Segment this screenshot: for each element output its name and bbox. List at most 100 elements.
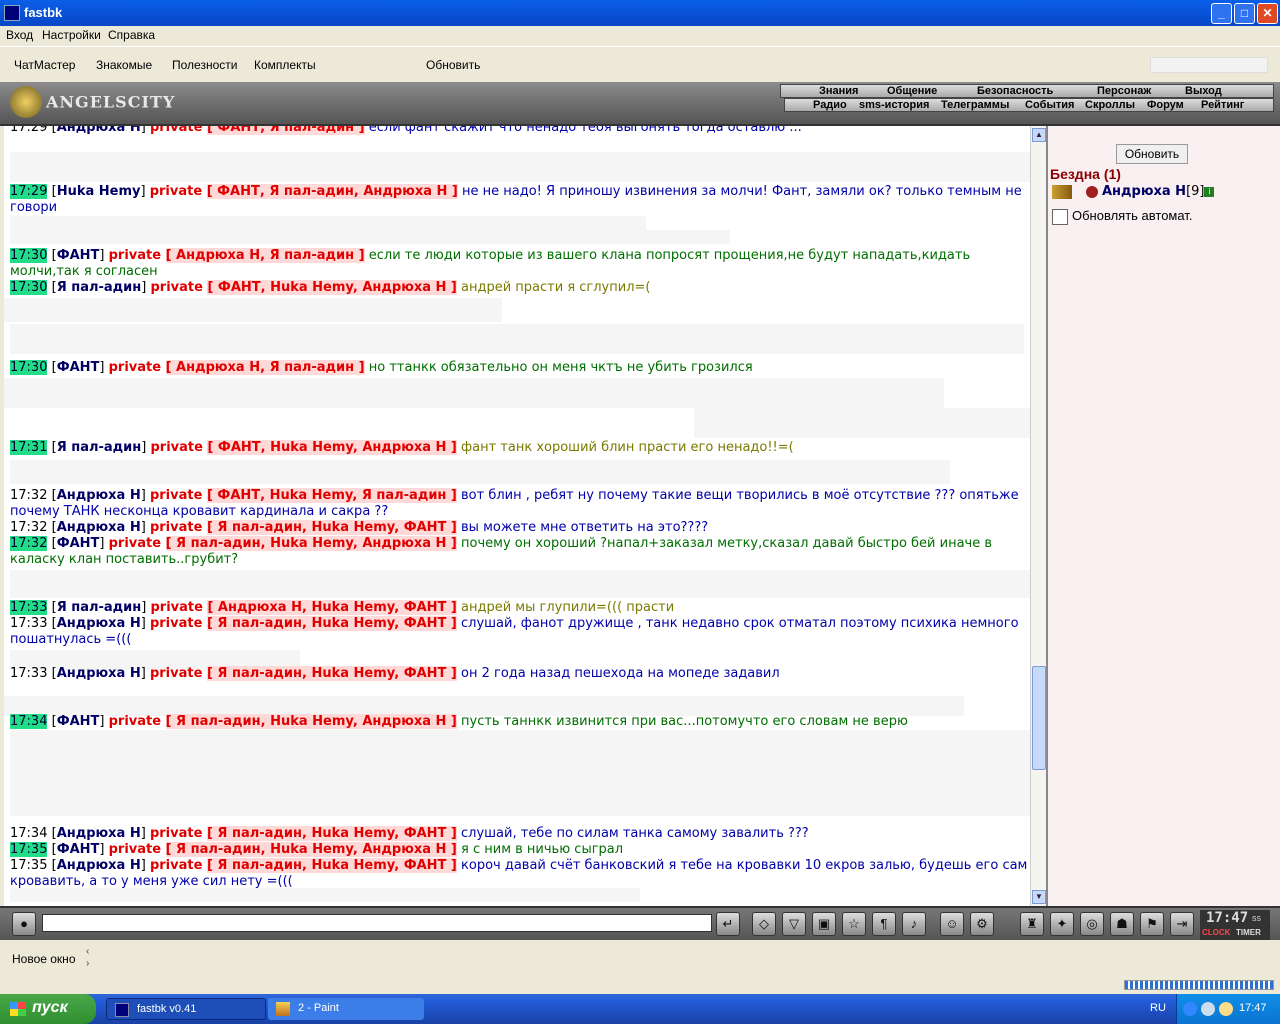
message-private-recipients[interactable]: private [ ФАНТ, Я пал-адин ] bbox=[150, 126, 365, 135]
message-sender[interactable]: ФАНТ bbox=[57, 842, 100, 857]
chat-settings-icon[interactable]: ⚙ bbox=[970, 912, 994, 936]
map-icon[interactable]: ◎ bbox=[1080, 912, 1104, 936]
tab-scroll-arrows[interactable]: ‹ › bbox=[86, 946, 89, 970]
task-paint[interactable]: 2 - Paint bbox=[268, 998, 424, 1020]
message-sender[interactable]: Я пал-адин bbox=[57, 280, 142, 295]
message-sender[interactable]: Андрюха Н bbox=[57, 488, 141, 503]
group-icon[interactable]: ☗ bbox=[1110, 912, 1134, 936]
message-timestamp[interactable]: 17:29 bbox=[10, 126, 47, 135]
menu-help[interactable]: Справка bbox=[108, 28, 155, 42]
menu-settings[interactable]: Настройки bbox=[42, 28, 101, 42]
message-private-recipients[interactable]: private [ Андрюха Н, Я пал-адин ] bbox=[109, 360, 365, 375]
toolbar-friends[interactable]: Знакомые bbox=[96, 58, 152, 72]
chat-log[interactable]: 17:29 [Андрюха Н] private [ ФАНТ, Я пал-… bbox=[4, 126, 1030, 906]
save-icon[interactable]: ▣ bbox=[812, 912, 836, 936]
nav-radio[interactable]: Радио bbox=[813, 99, 847, 111]
eraser-icon[interactable]: ◇ bbox=[752, 912, 776, 936]
nav-rating[interactable]: Рейтинг bbox=[1201, 99, 1244, 111]
message-private-recipients[interactable]: private [ ФАНТ, Huka Hemy, Андрюха Н ] bbox=[150, 280, 457, 295]
flag-icon[interactable]: ⚑ bbox=[1140, 912, 1164, 936]
scroll-down-icon[interactable]: ▼ bbox=[1032, 890, 1046, 904]
magic-icon[interactable]: ✦ bbox=[1050, 912, 1074, 936]
timer-label[interactable]: TIMER bbox=[1236, 928, 1261, 937]
sound-icon[interactable]: ♪ bbox=[902, 912, 926, 936]
message-private-recipients[interactable]: private [ ФАНТ, Huka Hemy, Андрюха Н ] bbox=[150, 440, 457, 455]
nav-character[interactable]: Персонаж bbox=[1097, 85, 1151, 97]
message-timestamp[interactable]: 17:34 bbox=[10, 826, 47, 841]
message-sender[interactable]: ФАНТ bbox=[57, 536, 100, 551]
nav-security[interactable]: Безопасность bbox=[977, 85, 1053, 97]
volume-icon[interactable] bbox=[1219, 1002, 1233, 1016]
inventory-icon[interactable]: ♜ bbox=[1020, 912, 1044, 936]
language-indicator[interactable]: RU bbox=[1150, 1002, 1166, 1014]
message-sender[interactable]: Я пал-адин bbox=[57, 440, 142, 455]
minimize-button[interactable]: _ bbox=[1211, 3, 1232, 24]
room-user-entry[interactable]: Андрюха Н[9] i bbox=[1052, 184, 1215, 199]
nav-telegrams[interactable]: Телеграммы bbox=[941, 99, 1009, 111]
auto-refresh-option[interactable]: Обновлять автомат. bbox=[1052, 208, 1192, 225]
message-private-recipients[interactable]: private [ Я пал-адин, Huka Hemy, Андрюха… bbox=[109, 714, 457, 729]
nav-scrolls[interactable]: Скроллы bbox=[1085, 99, 1135, 111]
nav-events[interactable]: События bbox=[1025, 99, 1074, 111]
message-private-recipients[interactable]: private [ ФАНТ, Huka Hemy, Я пал-адин ] bbox=[150, 488, 457, 503]
nav-communication[interactable]: Общение bbox=[887, 85, 937, 97]
message-private-recipients[interactable]: private [ Я пал-адин, Huka Hemy, ФАНТ ] bbox=[150, 666, 457, 681]
message-private-recipients[interactable]: private [ Я пал-адин, Huka Hemy, Андрюха… bbox=[109, 536, 457, 551]
message-private-recipients[interactable]: private [ Андрюха Н, Я пал-адин ] bbox=[109, 248, 365, 263]
message-sender[interactable]: Андрюха Н bbox=[57, 520, 141, 535]
clock-label[interactable]: CLOCK bbox=[1202, 928, 1230, 937]
room-user-name[interactable]: Андрюха Н bbox=[1102, 184, 1186, 199]
window-titlebar[interactable]: fastbk _ □ ✕ bbox=[0, 0, 1280, 26]
scroll-up-icon[interactable]: ▲ bbox=[1032, 128, 1046, 142]
tray-arrow-icon[interactable] bbox=[1183, 1002, 1197, 1016]
message-sender[interactable]: Я пал-адин bbox=[57, 600, 142, 615]
nav-knowledge[interactable]: Знания bbox=[819, 85, 858, 97]
message-timestamp[interactable]: 17:31 bbox=[10, 440, 48, 455]
private-message-icon[interactable] bbox=[1052, 184, 1072, 199]
nav-exit[interactable]: Выход bbox=[1185, 85, 1222, 97]
sidebar-refresh-button[interactable]: Обновить bbox=[1116, 144, 1188, 164]
message-timestamp[interactable]: 17:35 bbox=[10, 842, 48, 857]
message-timestamp[interactable]: 17:35 bbox=[10, 858, 47, 873]
message-timestamp[interactable]: 17:34 bbox=[10, 714, 48, 729]
maximize-button[interactable]: □ bbox=[1234, 3, 1255, 24]
message-timestamp[interactable]: 17:32 bbox=[10, 488, 47, 503]
toolbar-chatmaster[interactable]: ЧатМастер bbox=[14, 58, 75, 72]
toolbar-utilities[interactable]: Полезности bbox=[172, 58, 237, 72]
exit-icon[interactable]: ⇥ bbox=[1170, 912, 1194, 936]
auto-refresh-checkbox[interactable] bbox=[1052, 208, 1068, 225]
message-timestamp[interactable]: 17:32 bbox=[10, 536, 48, 551]
message-timestamp[interactable]: 17:30 bbox=[10, 360, 48, 375]
message-timestamp[interactable]: 17:33 bbox=[10, 600, 48, 615]
scroll-thumb[interactable] bbox=[1032, 666, 1046, 770]
user-info-icon[interactable]: i bbox=[1204, 186, 1215, 197]
toolbar-text-box[interactable] bbox=[1150, 57, 1268, 73]
network-icon[interactable] bbox=[1201, 1002, 1215, 1016]
tray-clock[interactable]: 17:47 bbox=[1239, 1002, 1267, 1014]
tab-new-window[interactable]: Новое окно bbox=[12, 952, 76, 966]
message-sender[interactable]: ФАНТ bbox=[57, 248, 100, 263]
message-private-recipients[interactable]: private [ Я пал-адин, Huka Hemy, ФАНТ ] bbox=[150, 520, 457, 535]
toolbar-refresh-button[interactable]: Обновить bbox=[426, 58, 480, 72]
close-button[interactable]: ✕ bbox=[1257, 3, 1278, 24]
task-fastbk[interactable]: fastbk v0.41 bbox=[106, 998, 266, 1020]
message-sender[interactable]: ФАНТ bbox=[57, 714, 100, 729]
message-private-recipients[interactable]: private [ Я пал-адин, Huka Hemy, ФАНТ ] bbox=[150, 826, 457, 841]
filter-icon[interactable]: ▽ bbox=[782, 912, 806, 936]
message-private-recipients[interactable]: private [ Андрюха Н, Huka Hemy, ФАНТ ] bbox=[150, 600, 457, 615]
message-timestamp[interactable]: 17:30 bbox=[10, 280, 48, 295]
runner-icon[interactable]: ☆ bbox=[842, 912, 866, 936]
message-sender[interactable]: Андрюха Н bbox=[57, 126, 141, 135]
smiley-icon[interactable]: ☺ bbox=[940, 912, 964, 936]
chat-avatar-icon[interactable]: ● bbox=[12, 912, 36, 936]
nav-forum[interactable]: Форум bbox=[1147, 99, 1184, 111]
message-timestamp[interactable]: 17:30 bbox=[10, 248, 48, 263]
message-sender[interactable]: Андрюха Н bbox=[57, 666, 141, 681]
message-private-recipients[interactable]: private [ Я пал-адин, Huka Hemy, ФАНТ ] bbox=[150, 858, 457, 873]
message-timestamp[interactable]: 17:33 bbox=[10, 616, 47, 631]
message-sender[interactable]: Huka Hemy bbox=[57, 184, 141, 199]
message-timestamp[interactable]: 17:29 bbox=[10, 184, 48, 199]
message-private-recipients[interactable]: private [ Я пал-адин, Huka Hemy, ФАНТ ] bbox=[150, 616, 457, 631]
message-sender[interactable]: Андрюха Н bbox=[57, 826, 141, 841]
nav-sms-history[interactable]: sms-история bbox=[859, 99, 929, 111]
